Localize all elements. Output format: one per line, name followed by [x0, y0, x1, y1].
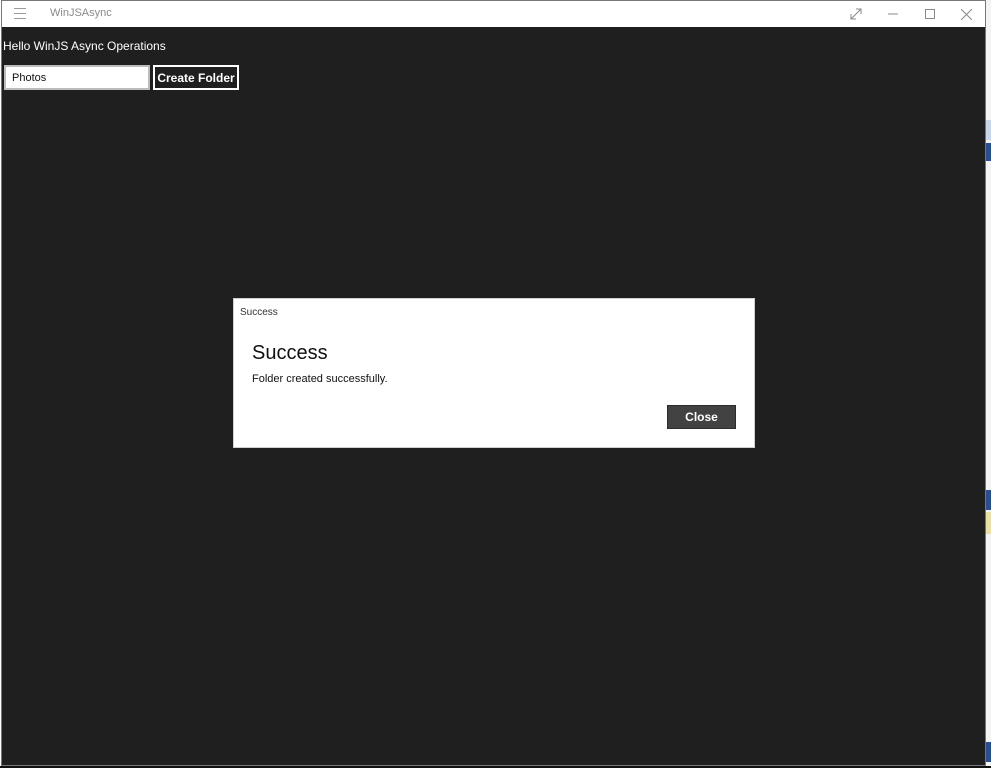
- page-heading: Hello WinJS Async Operations: [3, 39, 166, 53]
- create-folder-button[interactable]: Create Folder: [153, 65, 239, 90]
- dialog-caption: Success: [240, 307, 278, 318]
- success-dialog: Success Success Folder created successfu…: [233, 298, 755, 448]
- background-desktop-strip: [986, 0, 991, 768]
- expand-icon[interactable]: [837, 1, 874, 27]
- minimize-icon[interactable]: [874, 1, 911, 27]
- close-button[interactable]: Close: [667, 405, 736, 429]
- dialog-message: Folder created successfully.: [252, 373, 388, 385]
- title-bar: WinJSAsync: [2, 1, 985, 27]
- app-title: WinJSAsync: [50, 7, 112, 19]
- maximize-icon[interactable]: [911, 1, 948, 27]
- folder-name-input[interactable]: [4, 65, 150, 90]
- close-icon[interactable]: [948, 1, 985, 27]
- hamburger-menu-icon[interactable]: [14, 8, 26, 19]
- dialog-title: Success: [252, 342, 328, 364]
